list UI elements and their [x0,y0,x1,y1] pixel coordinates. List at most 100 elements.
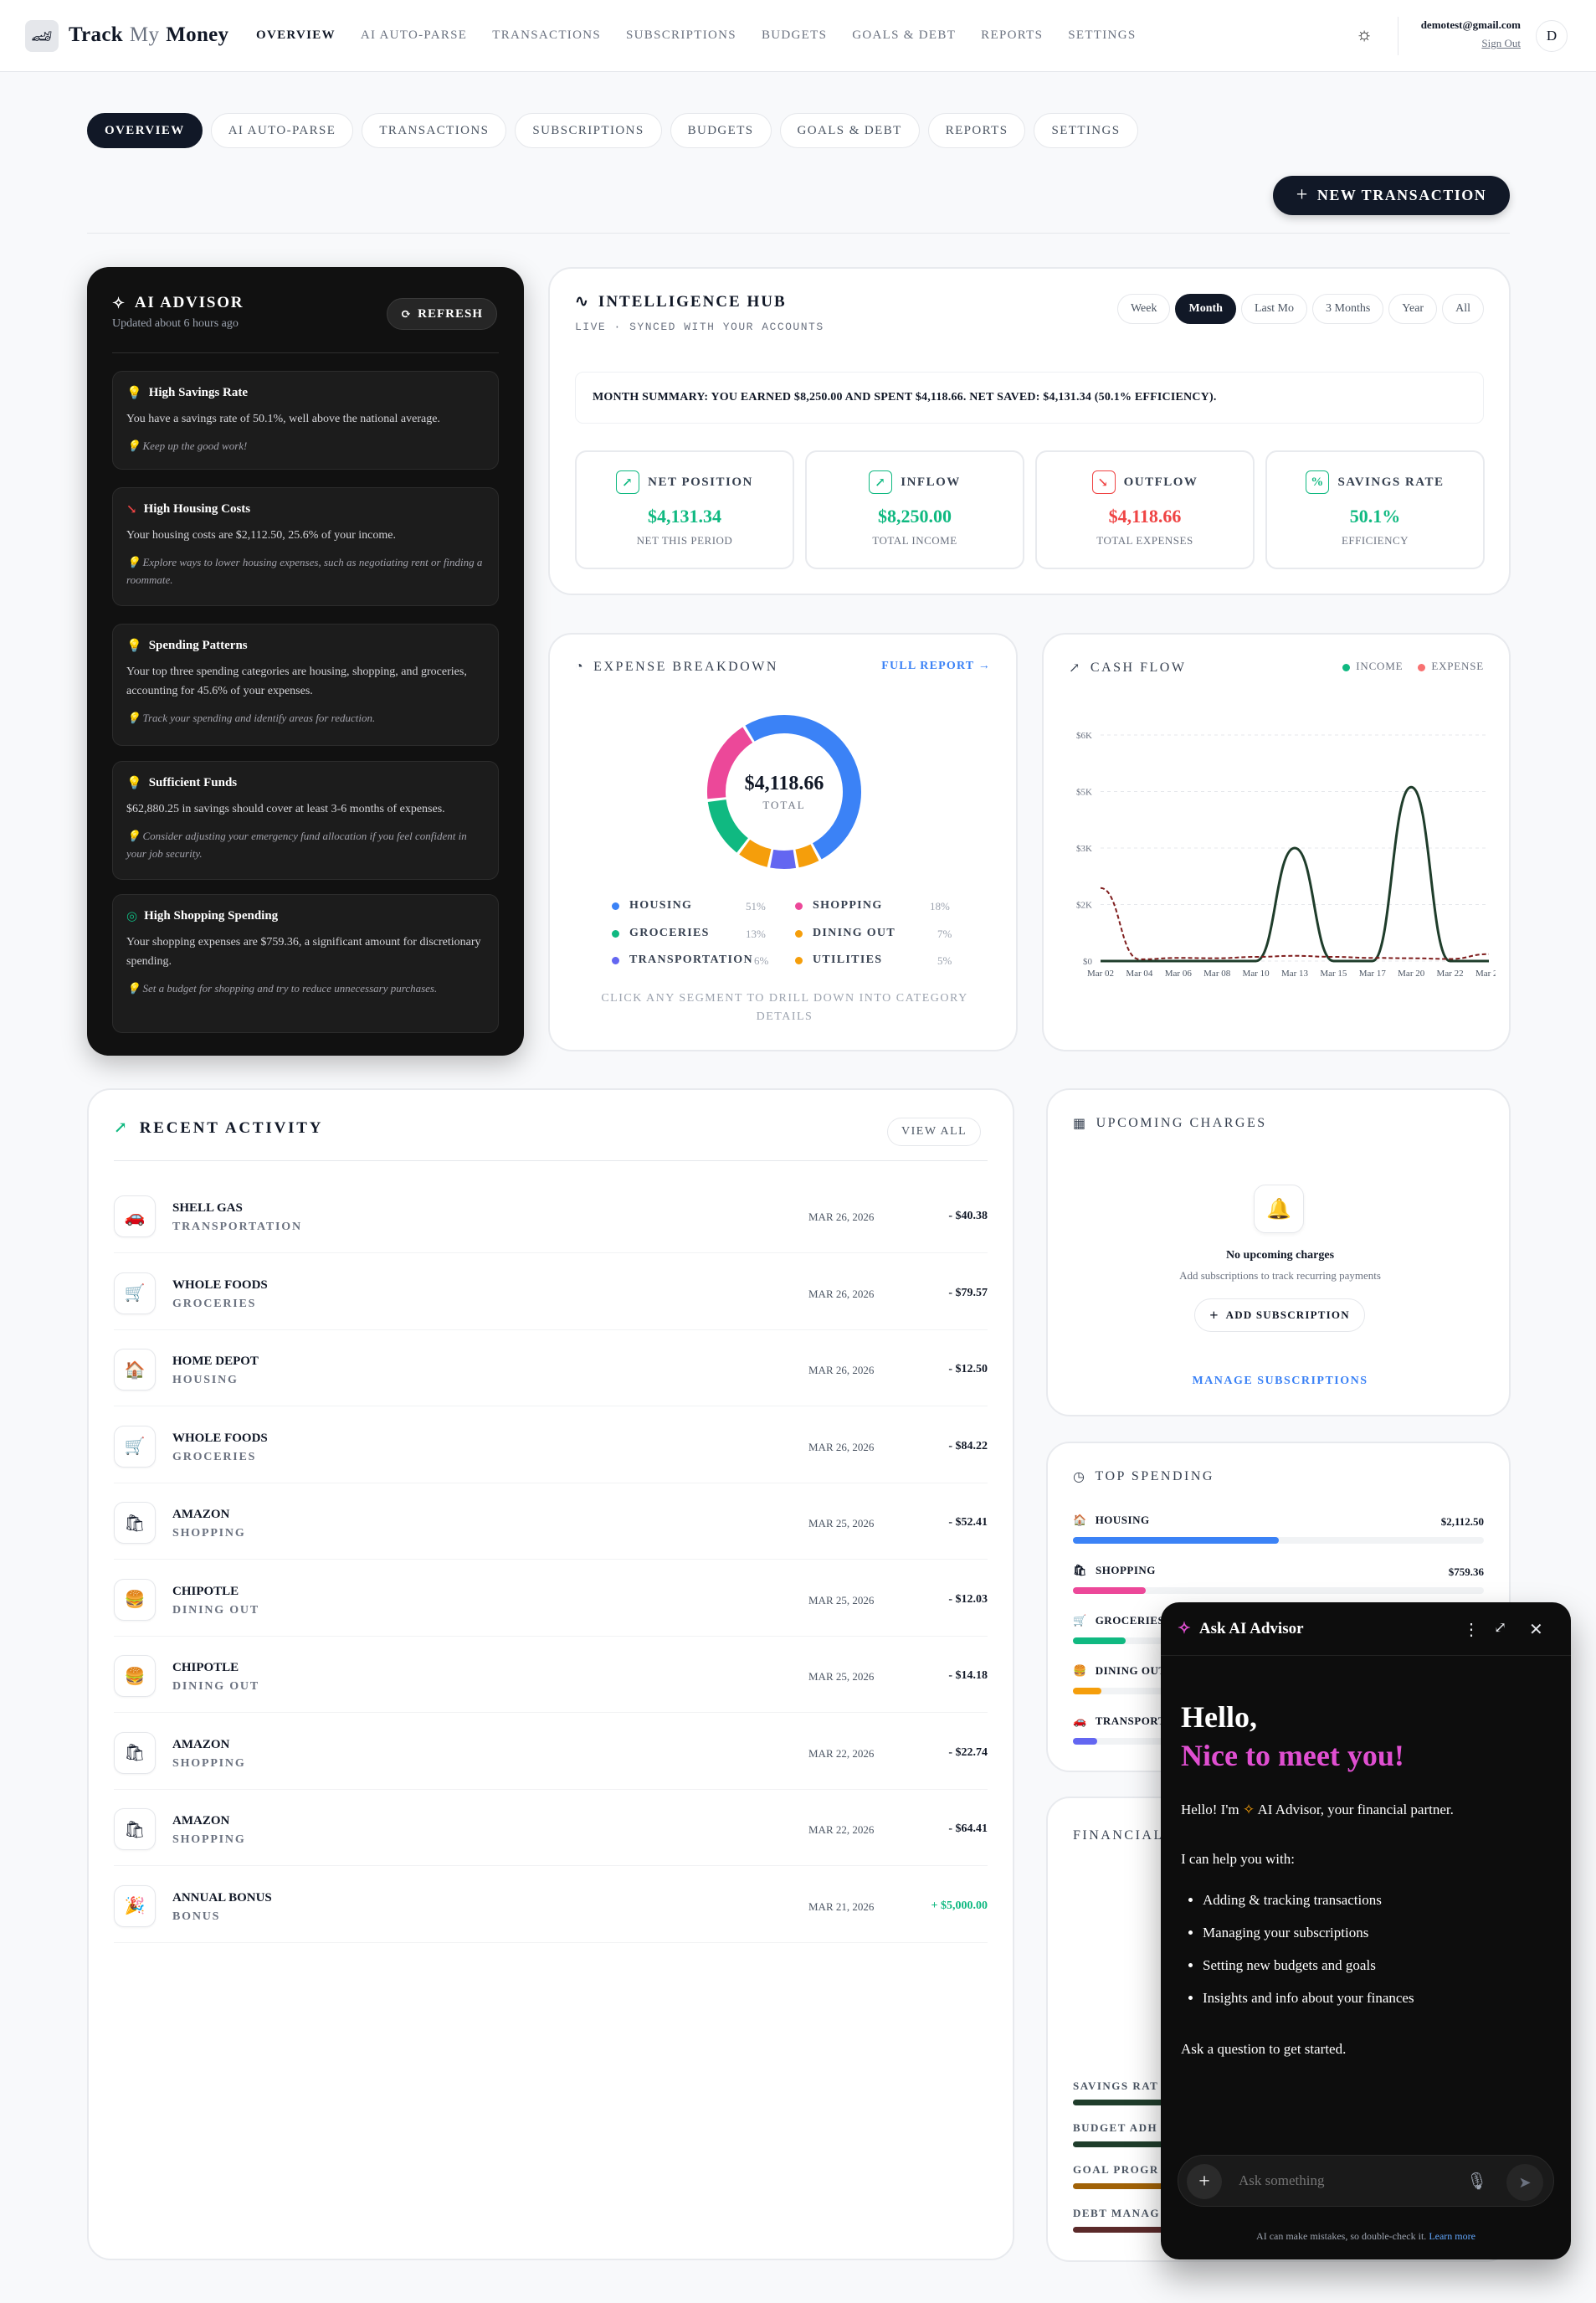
stat-label: NET THIS PERIOD [636,534,733,547]
donut-chart[interactable]: $4,118.66 TOTAL [704,712,865,872]
insight-body: Your shopping expenses are $759.36, a si… [126,936,481,968]
transaction-date: MAR 25, 2026 [808,1517,875,1529]
chat-input[interactable] [1239,2172,1448,2189]
period-selector: Week Month Last Mo 3 Months Year All [1116,294,1484,324]
spending-category: 🛒 GROCERIES [1073,1614,1165,1627]
cashflow-legend: INCOME EXPENSE [1342,660,1484,673]
upcoming-title: ▦ UPCOMING CHARGES [1073,1116,1267,1131]
insight-body: Your top three spending categories are h… [126,666,467,697]
transaction-row[interactable]: 🎉 ANNUAL BONUS BONUS MAR 21, 2026 + $5,000.0… [114,1867,988,1943]
insight-body: Your housing costs are $2,112.50, 25.6% … [126,529,396,542]
add-subscription-button[interactable]: + ADD SUBSCRIPTION [1194,1298,1365,1332]
sign-out-link[interactable]: Sign Out [1481,37,1521,50]
period-month[interactable]: Month [1175,294,1236,324]
transaction-name: SHELL GAS [172,1201,243,1215]
legend-dot [1418,663,1426,671]
topnav-reports[interactable]: REPORTS [981,28,1043,43]
period-all[interactable]: All [1442,294,1484,324]
spending-bar-fill [1073,1537,1279,1544]
legend-utilities[interactable]: UTILITIES [795,954,882,967]
insight-card[interactable]: 💡 Spending Patterns Your top three spendi… [112,624,499,746]
stat-value: $8,250.00 [878,506,952,527]
tab-budgets[interactable]: BUDGETS [670,113,772,148]
tab-transactions[interactable]: TRANSACTIONS [362,113,507,148]
month-summary: MONTH SUMMARY: YOU EARNED $8,250.00 AND … [575,372,1484,424]
insight-card[interactable]: 💡 Sufficient Funds $62,880.25 in savings … [112,761,499,880]
close-icon[interactable]: ✕ [1529,1619,1543,1640]
view-all-button[interactable]: VIEW ALL [887,1118,982,1146]
transaction-row[interactable]: 🛍 AMAZON SHOPPING MAR 25, 2026 - $52.41 [114,1483,988,1560]
category-icon: 🍔 [1073,1664,1087,1677]
manage-subscriptions-link[interactable]: MANAGE SUBSCRIPTIONS [1048,1375,1512,1388]
transaction-category: DINING OUT [172,1680,259,1693]
new-transaction-button[interactable]: + NEW TRANSACTION [1273,176,1510,215]
top-nav: OVERVIEW AI AUTO-PARSE TRANSACTIONS SUBS… [256,28,1136,43]
transaction-row[interactable]: 🛒 WHOLE FOODS GROCERIES MAR 26, 2026 - $84.2… [114,1407,988,1483]
period-3-months[interactable]: 3 Months [1312,294,1384,324]
pie-chart-icon: ◔ [575,660,586,674]
insight-card[interactable]: 💡 High Savings Rate You have a savings ra… [112,371,499,470]
logo-icon[interactable]: 🏎 [25,20,59,52]
period-last-month[interactable]: Last Mo [1240,294,1307,324]
tab-subscriptions[interactable]: SUBSCRIPTIONS [515,113,662,148]
tab-goals-debt[interactable]: GOALS & DEBT [779,113,920,148]
insight-card[interactable]: ◎ High Shopping Spending Your shopping ex… [112,894,499,1033]
transaction-amount: - $12.50 [948,1363,988,1375]
lightbulb-icon: 💡 [126,640,142,653]
category-icon: 🛍 [1073,1564,1088,1576]
transaction-row[interactable]: 🍔 CHIPOTLE DINING OUT MAR 25, 2026 - $12.03 [114,1560,988,1637]
insight-tip: 💡 Track your spending and identify areas… [126,712,376,724]
sparkle-icon: ✧ [1178,1620,1191,1637]
topnav-settings[interactable]: SETTINGS [1068,28,1136,43]
attach-plus-button[interactable]: + [1187,2164,1222,2199]
advisor-updated: Updated about 6 hours ago [112,317,239,330]
topnav-transactions[interactable]: TRANSACTIONS [492,28,601,43]
topnav-ai-auto-parse[interactable]: AI AUTO-PARSE [361,28,467,43]
insight-card[interactable]: ↘ High Housing Costs Your housing costs a… [112,487,499,606]
x-tick-label: Mar 02 [1087,969,1114,979]
refresh-button[interactable]: ⟳ REFRESH [386,298,497,330]
cashflow-chart[interactable]: $0 $2K $3K $5K $6K Mar 02 Mar 04 Mar 06 Mar 08 Ma… [1060,727,1496,1011]
brand-title[interactable]: Track My Money [69,23,228,47]
topnav-goals-debt[interactable]: GOALS & DEBT [852,28,956,43]
lightbulb-icon: 💡 [126,830,141,842]
legend-housing[interactable]: HOUSING [612,899,692,912]
tab-ai-auto-parse[interactable]: AI AUTO-PARSE [210,113,354,148]
theme-toggle-sun-icon[interactable]: ☼ [1356,23,1373,45]
tab-settings[interactable]: SETTINGS [1034,113,1138,148]
transaction-row[interactable]: 🚗 SHELL GAS TRANSPORTATION MAR 26, 2026 - $4… [114,1177,988,1253]
learn-more-link[interactable]: Learn more [1429,2230,1475,2242]
topnav-subscriptions[interactable]: SUBSCRIPTIONS [626,28,736,43]
period-week[interactable]: Week [1116,294,1171,324]
top-spending-row[interactable]: 🏠 HOUSING $2,112.50 [1073,1514,1484,1547]
transaction-category: SHOPPING [172,1833,246,1846]
tab-reports[interactable]: REPORTS [927,113,1026,148]
legend-dining-out[interactable]: DINING OUT [795,927,896,940]
transaction-row[interactable]: 🛍 AMAZON SHOPPING MAR 22, 2026 - $64.41 [114,1790,988,1866]
transaction-category: SHOPPING [172,1527,246,1540]
more-options-icon[interactable]: ⋮ [1463,1619,1480,1640]
topnav-budgets[interactable]: BUDGETS [762,28,827,43]
legend-shopping[interactable]: SHOPPING [795,899,883,912]
transaction-row[interactable]: 🛍 AMAZON SHOPPING MAR 22, 2026 - $22.74 [114,1714,988,1790]
topnav-overview[interactable]: OVERVIEW [256,28,336,43]
microphone-icon[interactable]: 🎙 [1466,2171,1487,2192]
avatar[interactable]: D [1536,20,1568,52]
transaction-row[interactable]: 🛒 WHOLE FOODS GROCERIES MAR 26, 2026 - $79.5… [114,1254,988,1330]
legend-groceries[interactable]: GROCERIES [612,927,710,940]
expand-icon[interactable]: ⤢ [1494,1619,1506,1637]
spending-bar-fill [1073,1688,1101,1694]
transaction-row[interactable]: 🍔 CHIPOTLE DINING OUT MAR 25, 2026 - $14.18 [114,1637,988,1713]
send-button[interactable]: ➤ [1506,2164,1543,2201]
insight-body: You have a savings rate of 50.1%, well a… [126,413,440,425]
transaction-row[interactable]: 🏠 HOME DEPOT HOUSING MAR 26, 2026 - $12.50 [114,1330,988,1406]
divider [1161,1655,1571,1656]
tab-overview[interactable]: OVERVIEW [87,113,203,148]
top-spending-row[interactable]: 🛍 SHOPPING $759.36 [1073,1564,1484,1597]
legend-transportation[interactable]: TRANSPORTATION [612,954,753,967]
full-report-link[interactable]: FULL REPORT → [881,660,991,673]
spending-amount: $759.36 [1448,1565,1484,1578]
category-icon: 🛍 [114,1731,156,1774]
legend-dot [795,956,803,964]
period-year[interactable]: Year [1388,294,1438,324]
